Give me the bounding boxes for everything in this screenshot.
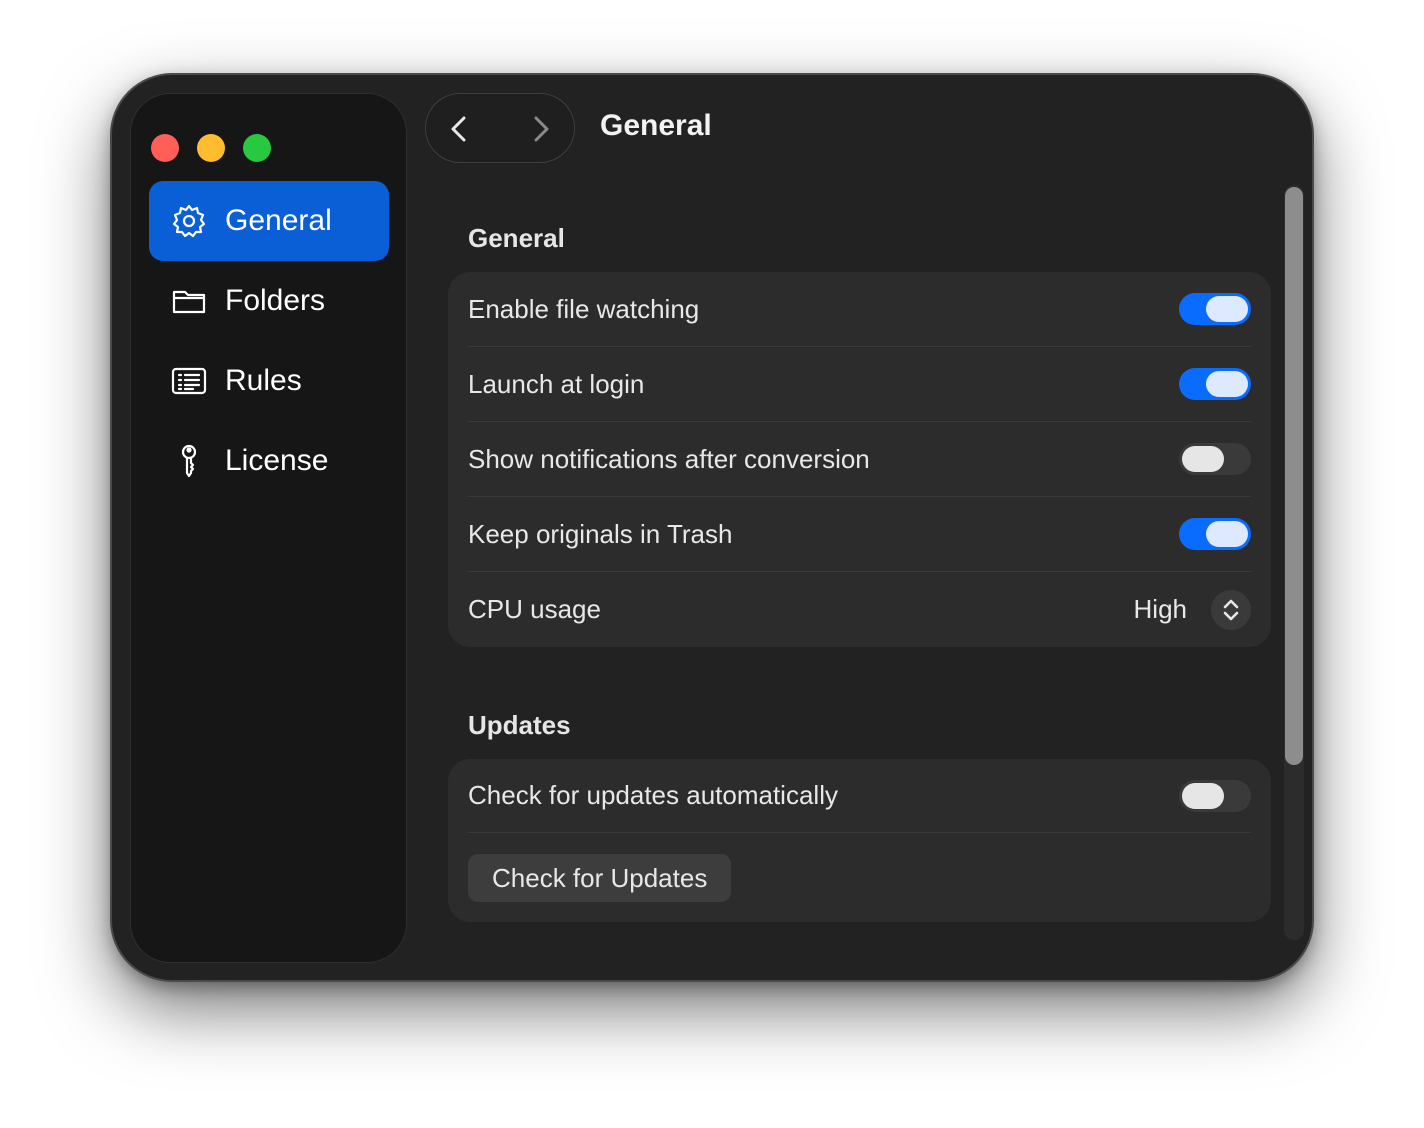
folder-icon <box>169 281 209 321</box>
settings-window: General Folders Rules License General Ge… <box>112 75 1312 980</box>
cpu-usage-value: High <box>1133 594 1187 624</box>
history-nav-buttons <box>425 93 575 163</box>
setting-row: Enable file watching <box>468 272 1251 347</box>
keep-originals-toggle[interactable] <box>1179 518 1251 550</box>
setting-row: Launch at login <box>468 347 1251 422</box>
section-title-general: General <box>468 223 565 253</box>
key-icon <box>169 441 209 481</box>
setting-row: Keep originals in Trash <box>468 497 1251 572</box>
cpu-usage-select[interactable]: High <box>1133 589 1251 630</box>
sidebar-item-label: Folders <box>225 284 326 317</box>
launch-at-login-toggle[interactable] <box>1179 368 1251 400</box>
sidebar-item-license[interactable]: License <box>149 421 389 501</box>
enable-file-watching-toggle[interactable] <box>1179 293 1251 325</box>
close-window-button[interactable] <box>151 134 179 162</box>
sidebar-item-label: General <box>225 204 332 237</box>
setting-label: Check for updates automatically <box>468 780 838 810</box>
setting-label: Launch at login <box>468 368 645 399</box>
gear-icon <box>169 201 209 241</box>
minimize-window-button[interactable] <box>197 134 225 162</box>
sidebar-item-label: License <box>225 444 329 477</box>
sidebar-item-label: Rules <box>225 364 302 397</box>
sidebar-item-folders[interactable]: Folders <box>149 261 389 341</box>
zoom-window-button[interactable] <box>243 134 271 162</box>
forward-button[interactable] <box>520 109 560 149</box>
setting-row: Check for updates automatically <box>468 759 1251 833</box>
setting-row: Show notifications after conversion <box>468 422 1251 497</box>
auto-update-toggle[interactable] <box>1179 779 1251 812</box>
section-title-updates: Updates <box>468 710 571 740</box>
scrollbar-thumb[interactable] <box>1285 187 1303 765</box>
setting-label: Show notifications after conversion <box>468 443 870 474</box>
show-notifications-toggle[interactable] <box>1179 443 1251 475</box>
back-button[interactable] <box>440 109 480 149</box>
page-title: General <box>600 109 712 142</box>
sidebar-nav: General Folders Rules License <box>149 181 389 501</box>
sidebar-item-rules[interactable]: Rules <box>149 341 389 421</box>
setting-label: Keep originals in Trash <box>468 518 733 549</box>
setting-label: CPU usage <box>468 594 601 624</box>
sidebar-item-general[interactable]: General <box>149 181 389 261</box>
sidebar: General Folders Rules License <box>130 93 407 963</box>
updates-card: Check for updates automatically Check fo… <box>448 759 1271 922</box>
check-for-updates-button[interactable]: Check for Updates <box>468 854 732 902</box>
general-settings-card: Enable file watching Launch at login Sho… <box>448 272 1271 647</box>
list-icon <box>169 361 209 401</box>
setting-row: CPU usage High <box>468 572 1251 647</box>
chevron-up-down-icon[interactable] <box>1211 589 1251 630</box>
setting-label: Enable file watching <box>468 293 700 324</box>
